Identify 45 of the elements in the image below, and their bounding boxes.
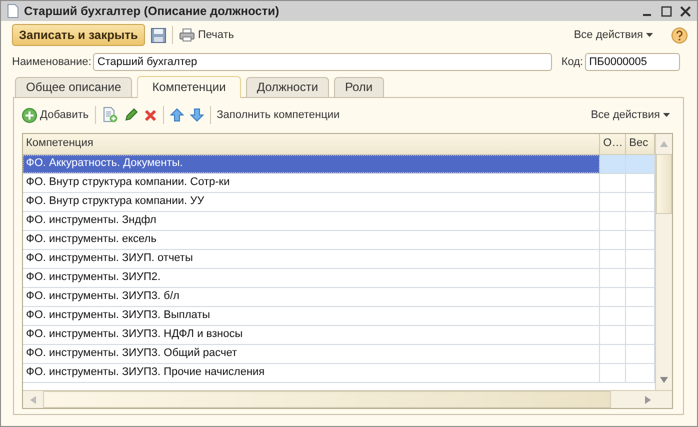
window-title: Старший бухгалтер (Описание должности) — [24, 4, 280, 18]
field-label: Наименование: — [12, 56, 92, 68]
caret-icon — [646, 33, 653, 37]
pencil-icon[interactable] — [124, 108, 138, 122]
all-actions-menu[interactable]: Все действия — [574, 29, 653, 41]
table-cell: ФО. инструменты. ЗИУП3. Выплаты — [23, 307, 600, 325]
table-cell: ФО. инструменты. ЗИУП2. — [23, 269, 600, 287]
table-cell: ФО. инструменты. ЗИУП3. б/л — [23, 288, 600, 306]
table-cell: ФО. инструменты. ексель — [23, 231, 600, 249]
add-icon — [22, 108, 37, 122]
field-label: Код: — [561, 56, 584, 68]
maximize-icon[interactable] — [661, 6, 672, 16]
name-field[interactable]: Старший бухгалтер — [93, 53, 552, 71]
table-cell: ФО. Аккуратность. Документы. — [23, 155, 600, 173]
all-actions-menu[interactable]: Все действия — [590, 109, 670, 121]
help-icon[interactable] — [671, 26, 688, 44]
table-cell: ФО. инструменты. ЗИУП3. Общий расчет — [23, 345, 600, 363]
printer-icon[interactable] — [178, 28, 195, 42]
close-icon[interactable] — [680, 6, 691, 16]
delete-icon[interactable] — [144, 108, 157, 122]
caret-icon — [663, 113, 670, 117]
scrollbar-thumb[interactable] — [43, 391, 611, 408]
table-cell: ФО. Внутр структура компании. Сотр-ки — [23, 174, 600, 192]
arrow-down-icon[interactable] — [190, 108, 204, 122]
table-cell: ФО. инструменты. Зндфл — [23, 212, 600, 230]
save-icon[interactable] — [150, 28, 166, 42]
table-cell: ФО. инструменты. ЗИУП3. Прочие начисления — [23, 364, 600, 382]
tab[interactable]: Роли — [334, 77, 384, 97]
document-icon — [7, 4, 19, 18]
add-button[interactable]: Добавить — [22, 108, 89, 122]
add-document-icon[interactable] — [102, 107, 118, 123]
scrollbar-thumb[interactable] — [656, 154, 672, 214]
table-cell: ФО. инструменты. ЗИУП3. НДФЛ и взносы — [23, 326, 600, 344]
save-and-close-button[interactable]: Записать и закрыть — [12, 24, 145, 46]
tab[interactable]: Должности — [246, 77, 330, 97]
print-button[interactable]: Печать — [198, 29, 234, 41]
arrow-up-icon[interactable] — [170, 108, 184, 122]
column-header[interactable]: Компетенция — [23, 134, 600, 154]
fill-competencies-button[interactable]: Заполнить компетенции — [216, 109, 340, 121]
tab[interactable]: Компетенции — [137, 76, 241, 98]
column-header[interactable]: О… — [600, 134, 626, 154]
table-cell: ФО. инструменты. ЗИУП. отчеты — [23, 250, 600, 268]
tab[interactable]: Общее описание — [15, 77, 132, 97]
code-field[interactable]: ПБ0000005 — [585, 53, 680, 71]
table-cell: ФО. Внутр структура компании. УУ — [23, 193, 600, 211]
